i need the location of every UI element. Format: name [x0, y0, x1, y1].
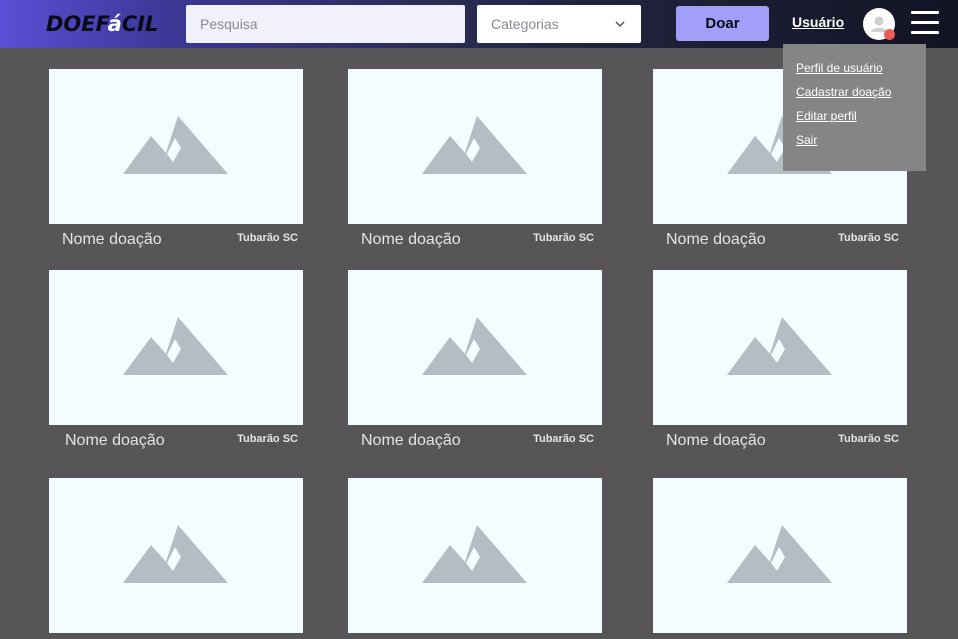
- donation-location: Tubarão SC: [533, 433, 594, 445]
- chevron-down-icon: [615, 21, 625, 28]
- hamburger-menu-icon[interactable]: [911, 11, 939, 35]
- categories-select[interactable]: Categorias: [477, 5, 641, 43]
- categories-select-value: Categorias: [491, 16, 559, 32]
- donate-button[interactable]: Doar: [676, 6, 769, 41]
- donation-card[interactable]: [348, 478, 602, 633]
- donation-image: [348, 270, 602, 425]
- donation-name: Nome doação: [65, 432, 165, 449]
- logo-text-end: CIL: [121, 12, 159, 36]
- image-placeholder-icon: [422, 317, 527, 375]
- notification-dot: [884, 29, 895, 40]
- donation-location: Tubarão SC: [237, 433, 298, 445]
- image-placeholder-icon: [727, 525, 832, 583]
- user-menu-link[interactable]: Usuário: [792, 14, 844, 30]
- menu-item-cadastrar[interactable]: Cadastrar doação: [796, 83, 926, 107]
- donation-card[interactable]: Nome doação Tubarão SC: [653, 270, 907, 449]
- donation-image: [653, 478, 907, 633]
- menu-item-editar[interactable]: Editar perfil: [796, 107, 926, 131]
- donation-name: Nome doação: [361, 432, 461, 449]
- search-input[interactable]: [186, 5, 465, 43]
- logo[interactable]: DOEFáCIL: [46, 9, 158, 39]
- donation-image: [348, 69, 602, 224]
- donation-location: Tubarão SC: [237, 232, 298, 244]
- donation-image: [348, 478, 602, 633]
- donation-location: Tubarão SC: [533, 232, 594, 244]
- donation-image: [653, 270, 907, 425]
- donation-card[interactable]: [653, 478, 907, 633]
- logo-text-main: DOEF: [46, 12, 108, 36]
- donation-image: [49, 478, 303, 633]
- donation-image: [49, 69, 303, 224]
- donation-card[interactable]: Nome doação Tubarão SC: [49, 270, 303, 449]
- image-placeholder-icon: [123, 317, 228, 375]
- top-navbar: DOEFáCIL Categorias Doar Usuário: [0, 0, 958, 48]
- donation-card[interactable]: Nome doação Tubarão SC: [49, 69, 303, 248]
- donation-card[interactable]: Nome doação Tubarão SC: [348, 69, 602, 248]
- menu-item-sair[interactable]: Sair: [796, 131, 926, 155]
- image-placeholder-icon: [727, 317, 832, 375]
- menu-item-perfil[interactable]: Perfil de usuário: [796, 59, 926, 83]
- donation-card[interactable]: Nome doação Tubarão SC: [348, 270, 602, 449]
- donation-name: Nome doação: [666, 231, 766, 248]
- user-dropdown-menu: Perfil de usuário Cadastrar doação Edita…: [783, 44, 926, 171]
- donation-location: Tubarão SC: [838, 433, 899, 445]
- donation-location: Tubarão SC: [838, 232, 899, 244]
- donation-name: Nome doação: [62, 231, 162, 248]
- donation-name: Nome doação: [361, 231, 461, 248]
- logo-text-accent: á: [107, 12, 122, 36]
- image-placeholder-icon: [422, 525, 527, 583]
- donation-card[interactable]: [49, 478, 303, 633]
- image-placeholder-icon: [123, 116, 228, 174]
- donation-name: Nome doação: [666, 432, 766, 449]
- image-placeholder-icon: [422, 116, 527, 174]
- donation-image: [49, 270, 303, 425]
- user-avatar[interactable]: [863, 8, 895, 40]
- image-placeholder-icon: [123, 525, 228, 583]
